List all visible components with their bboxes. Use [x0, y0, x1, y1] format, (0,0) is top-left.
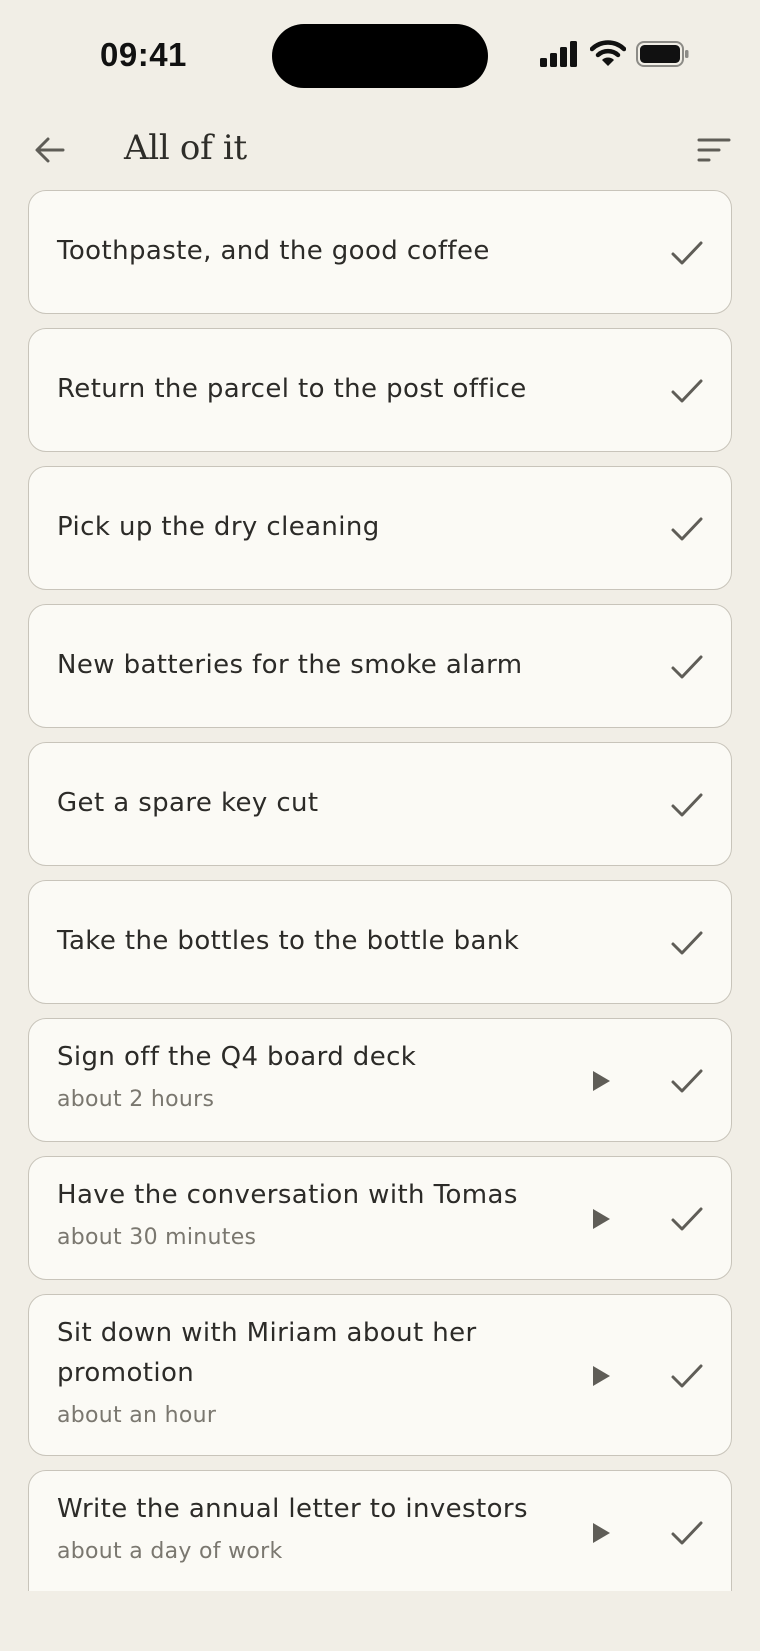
task-duration: about an hour [57, 1403, 217, 1428]
dynamic-island [272, 24, 488, 88]
screen: 09:41 All of it Toothpaste, and the good… [0, 0, 760, 1651]
complete-button[interactable] [667, 1513, 707, 1553]
task-card[interactable]: Toothpaste, and the good coffee [28, 190, 732, 314]
header: All of it [0, 118, 760, 184]
task-label: New batteries for the smoke alarm [57, 650, 523, 680]
page-title: All of it [124, 128, 247, 168]
task-duration: about a day of work [57, 1539, 283, 1564]
start-button[interactable] [581, 1199, 621, 1239]
task-card[interactable]: Pick up the dry cleaning [28, 466, 732, 590]
task-card[interactable]: Have the conversation with Tomas about 3… [28, 1156, 732, 1280]
task-label: Take the bottles to the bottle bank [57, 926, 520, 956]
play-icon [593, 1071, 610, 1091]
task-card[interactable]: Write the annual letter to investors abo… [28, 1470, 732, 1591]
task-card[interactable]: Take the bottles to the bottle bank [28, 880, 732, 1004]
complete-button[interactable] [667, 923, 707, 963]
checkmark-icon [671, 1521, 703, 1545]
checkmark-icon [671, 517, 703, 541]
complete-button[interactable] [667, 509, 707, 549]
complete-button[interactable] [667, 233, 707, 273]
task-label: Return the parcel to the post office [57, 374, 527, 404]
task-label: Have the conversation with Tomas [57, 1180, 518, 1210]
checkmark-icon [671, 931, 703, 955]
play-icon [593, 1366, 610, 1386]
complete-button[interactable] [667, 1356, 707, 1396]
sort-button[interactable] [692, 128, 736, 172]
checkmark-icon [671, 793, 703, 817]
cellular-signal-icon [540, 41, 577, 67]
task-list: Toothpaste, and the good coffee Return t… [28, 190, 732, 1591]
status-bar: 09:41 [0, 0, 760, 110]
complete-button[interactable] [667, 371, 707, 411]
sort-lines-icon [697, 138, 731, 162]
wifi-icon [590, 40, 626, 66]
checkmark-icon [671, 1069, 703, 1093]
status-time: 09:41 [100, 36, 187, 73]
play-icon [593, 1209, 610, 1229]
task-label: Sit down with Miriam about her promotion [57, 1318, 477, 1388]
start-button[interactable] [581, 1356, 621, 1396]
task-card[interactable]: Return the parcel to the post office [28, 328, 732, 452]
checkmark-icon [671, 1364, 703, 1388]
start-button[interactable] [581, 1061, 621, 1101]
task-card[interactable]: Sign off the Q4 board deck about 2 hours [28, 1018, 732, 1142]
status-icons [540, 40, 690, 68]
checkmark-icon [671, 241, 703, 265]
complete-button[interactable] [667, 785, 707, 825]
arrow-left-icon [35, 137, 65, 163]
task-duration: about 30 minutes [57, 1225, 257, 1250]
play-icon [593, 1523, 610, 1543]
task-label: Get a spare key cut [57, 788, 319, 818]
checkmark-icon [671, 379, 703, 403]
battery-icon [636, 41, 689, 67]
task-card[interactable]: New batteries for the smoke alarm [28, 604, 732, 728]
checkmark-icon [671, 1207, 703, 1231]
task-label: Toothpaste, and the good coffee [57, 236, 490, 266]
start-button[interactable] [581, 1513, 621, 1553]
checkmark-icon [671, 655, 703, 679]
task-duration: about 2 hours [57, 1087, 215, 1112]
complete-button[interactable] [667, 647, 707, 687]
task-card[interactable]: Get a spare key cut [28, 742, 732, 866]
back-button[interactable] [28, 128, 72, 172]
complete-button[interactable] [667, 1199, 707, 1239]
task-card[interactable]: Sit down with Miriam about her promotion… [28, 1294, 732, 1456]
task-label: Sign off the Q4 board deck [57, 1042, 417, 1072]
complete-button[interactable] [667, 1061, 707, 1101]
task-label: Write the annual letter to investors [57, 1494, 528, 1524]
task-label: Pick up the dry cleaning [57, 512, 380, 542]
